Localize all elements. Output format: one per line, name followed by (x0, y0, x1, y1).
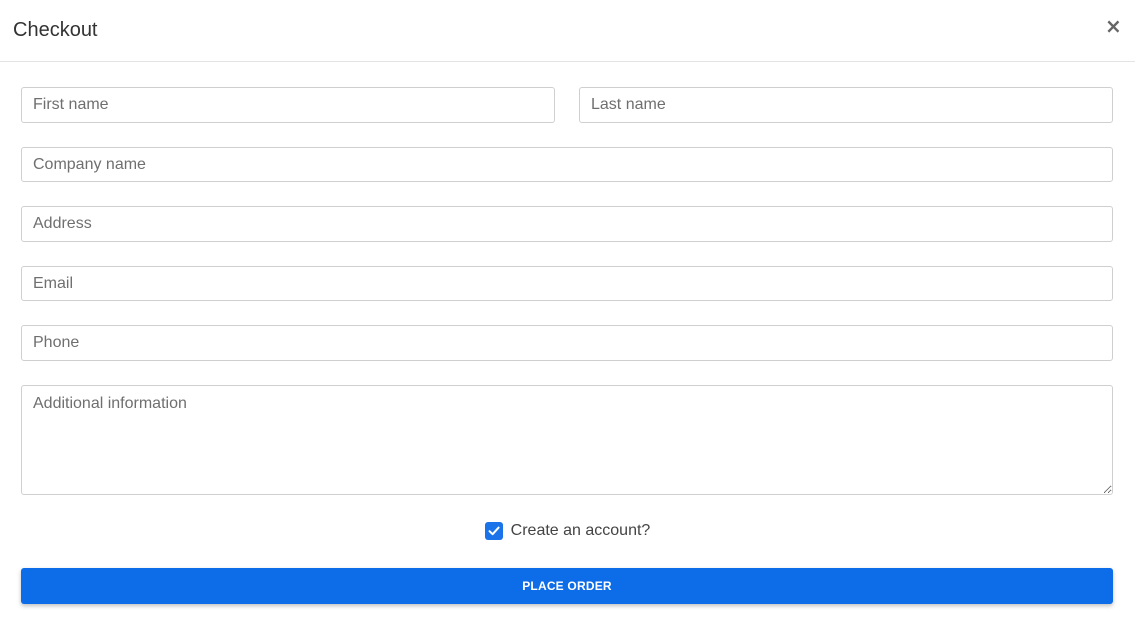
modal-header: Checkout × (0, 0, 1135, 62)
first-name-input[interactable] (21, 87, 555, 123)
create-account-label[interactable]: Create an account? (511, 522, 651, 540)
phone-input[interactable] (21, 325, 1113, 361)
address-input[interactable] (21, 206, 1113, 242)
checkout-modal: Checkout × Create an account? PLACE ORDE… (0, 0, 1135, 625)
last-name-input[interactable] (579, 87, 1113, 123)
modal-title: Checkout (13, 19, 98, 41)
additional-information-textarea[interactable] (21, 385, 1113, 495)
close-button[interactable]: × (1105, 14, 1122, 38)
place-order-button[interactable]: PLACE ORDER (21, 568, 1113, 604)
create-account-checkbox[interactable] (484, 522, 503, 540)
create-account-row: Create an account? (0, 520, 1135, 542)
close-icon: × (1105, 14, 1122, 38)
checkmark-icon (488, 526, 500, 536)
company-name-input[interactable] (21, 147, 1113, 182)
email-input[interactable] (21, 266, 1113, 301)
